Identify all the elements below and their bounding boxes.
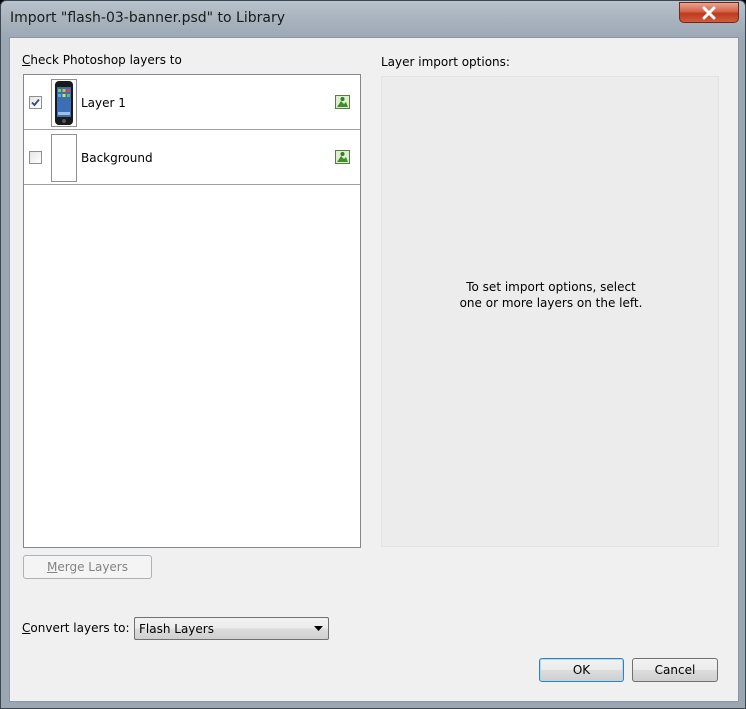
bitmap-image-icon [335,95,350,109]
layer-1-checkbox[interactable] [29,96,42,109]
dialog-content: Check Photoshop layers to Layer 1 Backgr… [9,37,739,702]
chevron-down-icon [314,626,323,631]
layer-import-options-panel: To set import options, select one or mor… [381,76,719,547]
merge-layers-label: Merge Layers [47,560,128,574]
merge-layers-button[interactable]: Merge Layers [23,555,152,579]
phone-image [55,81,73,125]
layer-row-layer-1[interactable]: Layer 1 [24,75,360,130]
convert-layers-dropdown[interactable]: Flash Layers [134,617,329,640]
background-layer-name: Background [81,151,153,165]
phone-thumbnail [51,79,77,127]
options-message-line-2: one or more layers on the left. [459,296,643,310]
ok-button[interactable]: OK [539,658,624,682]
close-icon [702,6,716,19]
convert-layers-label: Convert layers to: [22,621,130,635]
layer-row-background[interactable]: Background [24,130,360,185]
layers-list[interactable]: Layer 1 Background [23,74,361,548]
options-placeholder-message: To set import options, select one or mor… [382,279,720,311]
import-dialog: Import "flash-03-banner.psd" to Library … [0,0,746,709]
options-message-line-1: To set import options, select [466,280,636,294]
ok-label: OK [572,663,591,677]
background-checkbox[interactable] [29,151,42,164]
options-heading: Layer import options: [381,55,510,69]
dialog-title: Import "flash-03-banner.psd" to Library [10,10,285,26]
bitmap-image-icon [335,150,350,164]
title-bar[interactable]: Import "flash-03-banner.psd" to Library [1,1,745,37]
layer-1-name: Layer 1 [81,96,126,110]
blank-thumbnail [51,134,77,182]
cancel-button[interactable]: Cancel [632,658,718,682]
cancel-label: Cancel [654,663,696,677]
layers-heading: Check Photoshop layers to [22,53,182,67]
close-button[interactable] [679,2,739,23]
checkmark-icon [31,98,40,107]
convert-layers-value: Flash Layers [139,622,214,636]
